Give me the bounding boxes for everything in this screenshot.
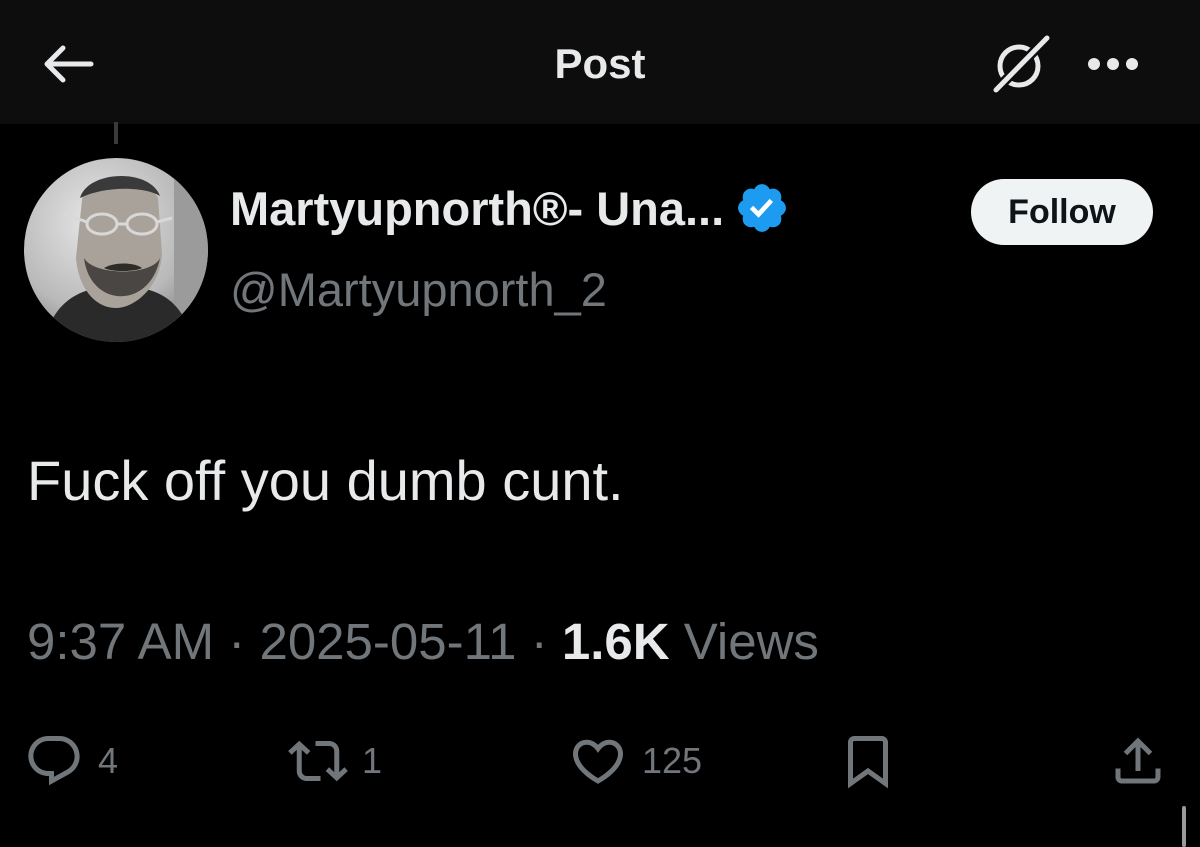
repost-button[interactable]: 1 <box>288 728 382 794</box>
post-time[interactable]: 9:37 AM <box>27 613 214 670</box>
reply-button[interactable]: 4 <box>24 728 118 794</box>
action-bar: 4 1 125 <box>0 728 1200 794</box>
more-horizontal-icon <box>1088 58 1138 70</box>
separator: · <box>228 613 246 670</box>
reply-count: 4 <box>98 740 119 781</box>
author-display-name[interactable]: Martyupnorth®- Una... <box>230 181 724 236</box>
post-date[interactable]: 2025-05-11 <box>259 613 516 670</box>
repost-icon <box>288 740 348 782</box>
follow-button[interactable]: Follow <box>971 179 1153 245</box>
post-metadata: 9:37 AM · 2025-05-11 · 1.6K Views <box>27 612 819 671</box>
reply-icon <box>28 736 80 786</box>
views-count: 1.6K <box>561 613 670 670</box>
top-bar: Post <box>0 0 1200 124</box>
views-label: Views <box>683 613 819 670</box>
like-count: 125 <box>642 740 703 781</box>
verified-badge-icon <box>738 184 787 232</box>
share-button[interactable] <box>1108 728 1168 794</box>
author-name-row: Martyupnorth®- Una... <box>230 180 790 236</box>
repost-count: 1 <box>362 740 383 781</box>
bookmark-button[interactable] <box>838 728 898 794</box>
grok-icon <box>991 33 1052 95</box>
heart-icon <box>572 739 624 784</box>
separator: · <box>530 613 548 670</box>
avatar[interactable] <box>24 158 208 342</box>
grok-button[interactable] <box>985 30 1057 98</box>
bookmark-icon <box>848 736 888 789</box>
post-text: Fuck off you dumb cunt. <box>27 449 624 512</box>
share-icon <box>1115 737 1161 784</box>
like-button[interactable]: 125 <box>568 728 702 794</box>
thread-connector-line <box>114 122 118 144</box>
more-options-button[interactable] <box>1078 38 1148 90</box>
scrollbar[interactable] <box>1182 806 1186 847</box>
author-handle[interactable]: @Martyupnorth_2 <box>230 262 607 317</box>
